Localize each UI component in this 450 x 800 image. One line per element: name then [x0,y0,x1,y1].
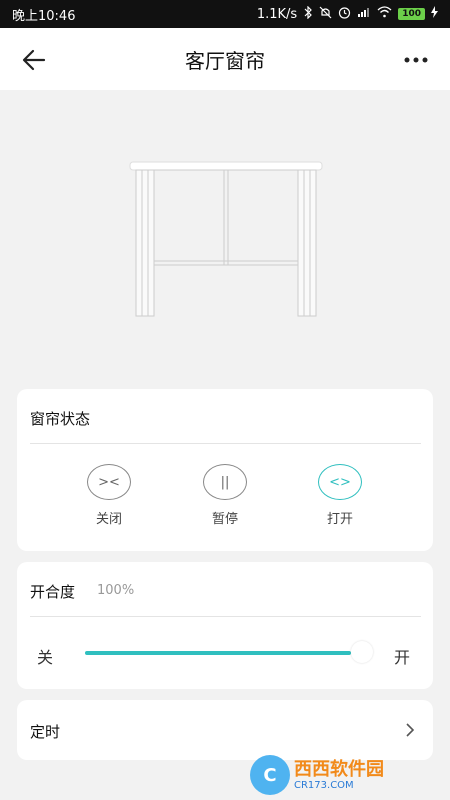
opening-percent: 100% [97,583,135,598]
more-dots-icon [404,57,428,63]
battery-icon: 100 [398,8,425,20]
pause-curtain-button[interactable]: || 暂停 [195,464,255,527]
timer-title: 定时 [30,723,61,741]
pause-label: 暂停 [211,512,238,527]
divider [30,616,421,617]
curtain-state-card: 窗帘状态 >< 关闭 || 暂停 <> 打开 [17,389,433,551]
pause-icon: || [203,464,247,500]
status-time: 晚上10:46 [12,8,76,24]
mute-icon [319,6,332,23]
bluetooth-icon [303,5,313,23]
chevron-right-icon [406,723,415,737]
page-title: 客厅窗帘 [185,48,265,73]
slider-max-label: 开 [394,648,411,667]
app-header: 客厅窗帘 [0,28,450,90]
opening-slider-thumb[interactable] [351,641,373,663]
open-icon: <> [318,464,362,500]
arrow-left-icon [22,49,46,71]
status-bar: 晚上10:46 1.1K/s 100 [0,0,450,28]
curtain-illustration [129,161,323,317]
open-label: 打开 [326,512,353,527]
more-button[interactable] [402,46,430,74]
opening-degree-card: 开合度 100% 关 开 [17,562,433,689]
close-curtain-button[interactable]: >< 关闭 [79,464,139,527]
watermark: C 西西软件园 CR173.COM [250,750,450,800]
open-curtain-button[interactable]: <> 打开 [310,464,370,527]
alarm-icon [338,6,351,23]
wifi-icon [377,6,392,22]
watermark-logo: C [250,755,290,795]
back-button[interactable] [20,46,48,74]
signal-icon [357,6,371,22]
opening-degree-title: 开合度 [30,583,76,601]
network-speed: 1.1K/s [256,6,298,22]
status-icons: 1.1K/s 100 [256,5,438,23]
close-label: 关闭 [95,512,122,527]
close-icon: >< [87,464,131,500]
divider [30,443,421,444]
curtain-state-title: 窗帘状态 [30,410,91,428]
opening-slider-track[interactable] [85,651,351,655]
watermark-brand: 西西软件园 [294,758,384,780]
curtain-preview [0,90,450,380]
slider-min-label: 关 [37,648,54,667]
watermark-site: CR173.COM [294,779,354,791]
charging-icon [431,6,438,22]
